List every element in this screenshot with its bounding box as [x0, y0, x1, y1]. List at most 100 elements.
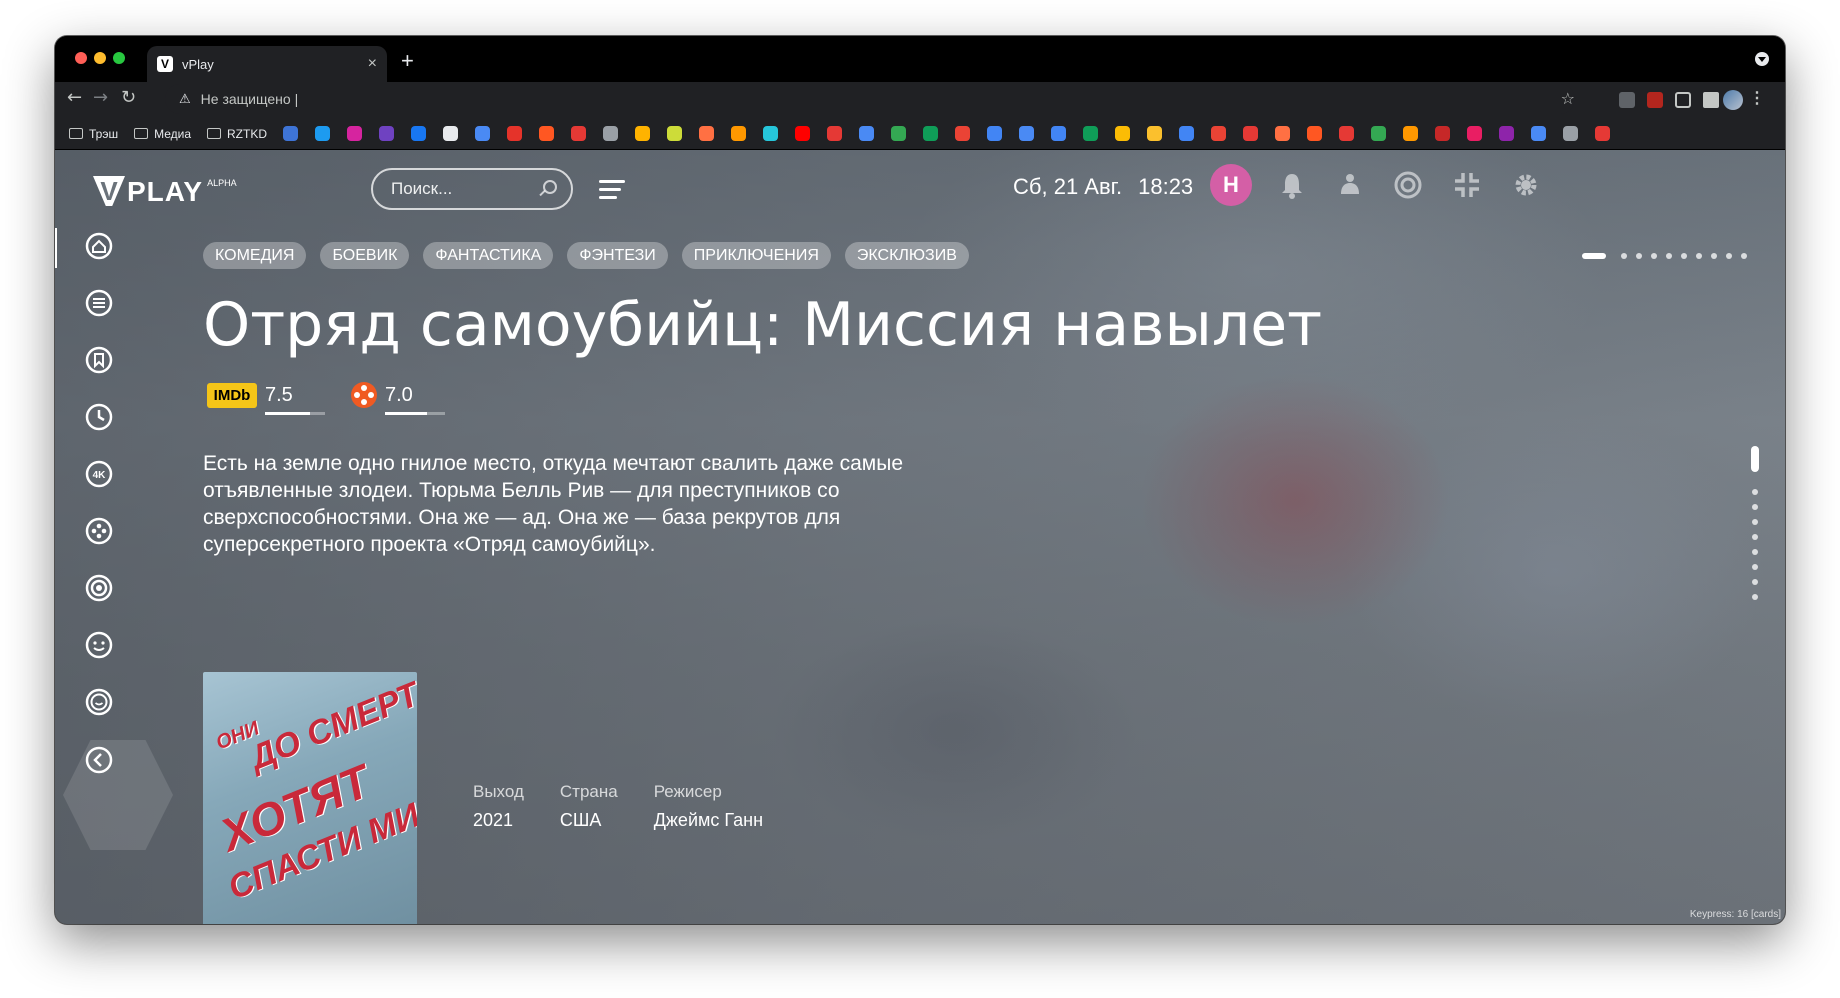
bookmark-favicon-icon[interactable]	[795, 126, 811, 141]
address-bar[interactable]: ⚠ Не защищено |	[165, 84, 1575, 114]
extension-icon[interactable]	[1619, 92, 1635, 108]
genre-tag[interactable]: БОЕВИК	[320, 242, 410, 269]
bookmark-favicon-icon[interactable]	[955, 126, 971, 141]
bookmark-favicon-icon[interactable]	[1499, 126, 1515, 141]
bookmark-icon[interactable]	[85, 346, 113, 374]
bookmark-favicon-icon[interactable]	[475, 126, 491, 141]
bookmark-favicon-icon[interactable]	[1275, 126, 1291, 141]
smile-icon[interactable]	[85, 631, 113, 659]
vertical-pager-dot[interactable]	[1752, 579, 1758, 585]
search-input[interactable]	[391, 179, 531, 199]
close-window-button[interactable]	[75, 52, 87, 64]
bookmark-favicon-icon[interactable]	[1179, 126, 1195, 141]
bookmark-favicon-icon[interactable]	[1051, 126, 1067, 141]
bookmark-favicon-icon[interactable]	[1403, 126, 1419, 141]
film-reel-icon[interactable]	[85, 517, 113, 545]
new-tab-button[interactable]: +	[401, 48, 414, 74]
tab-search-icon[interactable]	[1755, 52, 1769, 66]
exit-fullscreen-icon[interactable]	[1452, 170, 1482, 200]
bookmark-favicon-icon[interactable]	[571, 126, 587, 141]
vertical-pager-active[interactable]	[1751, 446, 1759, 472]
slide-dot[interactable]	[1621, 253, 1627, 259]
genre-tag[interactable]: КОМЕДИЯ	[203, 242, 307, 269]
vertical-pager-dot[interactable]	[1752, 534, 1758, 540]
list-icon[interactable]	[85, 289, 113, 317]
4k-icon[interactable]: 4K	[85, 460, 113, 488]
vertical-pager-dot[interactable]	[1752, 594, 1758, 600]
kid-mode-icon[interactable]	[1335, 170, 1365, 200]
forward-arrow-icon[interactable]: →	[93, 87, 108, 108]
bookmark-favicon-icon[interactable]	[347, 126, 363, 141]
broadcast-icon[interactable]	[1393, 170, 1423, 200]
vertical-pager-dot[interactable]	[1752, 504, 1758, 510]
tab-close-icon[interactable]: ×	[368, 55, 377, 73]
pocket-icon[interactable]	[1675, 92, 1691, 108]
home-icon[interactable]	[85, 232, 113, 260]
bookmark-folder-media[interactable]: Медиа	[134, 127, 191, 141]
slide-dot[interactable]	[1741, 253, 1747, 259]
bookmark-favicon-icon[interactable]	[1211, 126, 1227, 141]
ublock-icon[interactable]	[1647, 92, 1663, 108]
user-avatar[interactable]: Н	[1210, 164, 1252, 206]
bookmark-favicon-icon[interactable]	[1243, 126, 1259, 141]
bookmark-favicon-icon[interactable]	[411, 126, 427, 141]
genre-tag[interactable]: ПРИКЛЮЧЕНИЯ	[681, 242, 831, 269]
bookmark-favicon-icon[interactable]	[987, 126, 1003, 141]
profile-avatar[interactable]	[1723, 90, 1743, 110]
vplay-logo[interactable]: V PLAY ALPHA	[93, 176, 237, 208]
bookmark-favicon-icon[interactable]	[379, 126, 395, 141]
bookmark-favicon-icon[interactable]	[603, 126, 619, 141]
chevron-left-icon[interactable]	[85, 746, 113, 774]
bookmark-favicon-icon[interactable]	[283, 126, 299, 141]
bookmark-favicon-icon[interactable]	[1307, 126, 1323, 141]
genre-tag[interactable]: ФАНТАСТИКА	[423, 242, 554, 269]
vertical-pager-dot[interactable]	[1752, 519, 1758, 525]
slide-dot[interactable]	[1681, 253, 1687, 259]
back-arrow-icon[interactable]: ←	[67, 87, 82, 108]
slide-dot[interactable]	[1636, 253, 1642, 259]
bookmark-favicon-icon[interactable]	[1339, 126, 1355, 141]
bookmark-folder-rztkd[interactable]: RZTKD	[207, 127, 267, 141]
maximize-window-button[interactable]	[113, 52, 125, 64]
slide-dot[interactable]	[1711, 253, 1717, 259]
bookmark-favicon-icon[interactable]	[1371, 126, 1387, 141]
bookmark-star-icon[interactable]: ☆	[1561, 89, 1575, 108]
more-menu-icon[interactable]: ⋮	[1749, 88, 1765, 108]
search-icon[interactable]	[543, 180, 557, 194]
bookmark-favicon-icon[interactable]	[1595, 126, 1611, 141]
bookmark-favicon-icon[interactable]	[731, 126, 747, 141]
bookmark-favicon-icon[interactable]	[539, 126, 555, 141]
bookmark-favicon-icon[interactable]	[827, 126, 843, 141]
bookmark-favicon-icon[interactable]	[891, 126, 907, 141]
bookmark-favicon-icon[interactable]	[507, 126, 523, 141]
bookmark-favicon-icon[interactable]	[763, 126, 779, 141]
history-icon[interactable]	[85, 403, 113, 431]
vertical-pager-dot[interactable]	[1752, 564, 1758, 570]
bookmark-favicon-icon[interactable]	[1083, 126, 1099, 141]
menu-icon[interactable]	[599, 180, 625, 200]
slide-dot[interactable]	[1726, 253, 1732, 259]
gear-icon[interactable]	[1511, 170, 1541, 200]
vertical-pager-dot[interactable]	[1752, 549, 1758, 555]
bell-icon[interactable]	[1277, 170, 1307, 200]
bookmark-favicon-icon[interactable]	[923, 126, 939, 141]
slide-dot[interactable]	[1651, 253, 1657, 259]
bookmark-favicon-icon[interactable]	[315, 126, 331, 141]
reload-icon[interactable]: ↻	[121, 87, 136, 108]
bookmark-favicon-icon[interactable]	[699, 126, 715, 141]
puzzle-icon[interactable]	[1703, 92, 1719, 108]
slide-dot[interactable]	[1582, 253, 1606, 259]
movie-poster[interactable]: ОНИ ДО СМЕРТИ ХОТЯТ СПАСТИ МИР	[203, 672, 417, 924]
bookmark-favicon-icon[interactable]	[443, 126, 459, 141]
bookmark-favicon-icon[interactable]	[635, 126, 651, 141]
bookmark-folder-trash[interactable]: Трэш	[69, 127, 118, 141]
bookmark-favicon-icon[interactable]	[1531, 126, 1547, 141]
genre-tag[interactable]: ФЭНТЕЗИ	[567, 242, 668, 269]
genre-tag[interactable]: ЭКСКЛЮЗИВ	[844, 242, 969, 269]
slide-dot[interactable]	[1666, 253, 1672, 259]
search-box[interactable]	[371, 168, 573, 210]
vertical-pager-dot[interactable]	[1752, 489, 1758, 495]
bookmark-favicon-icon[interactable]	[1435, 126, 1451, 141]
bookmark-favicon-icon[interactable]	[1563, 126, 1579, 141]
tab-vplay[interactable]: V vPlay ×	[147, 46, 387, 82]
